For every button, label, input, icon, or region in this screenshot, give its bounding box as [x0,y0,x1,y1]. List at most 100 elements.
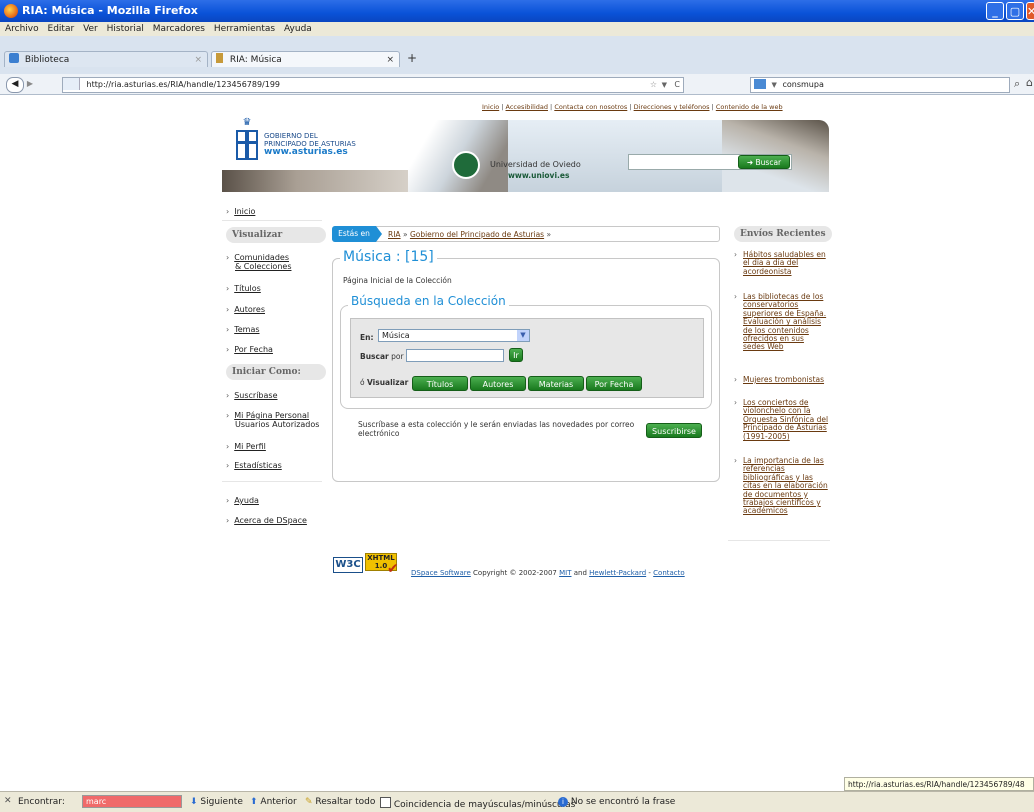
top-link-accesibilidad[interactable]: Accesibilidad [506,103,548,111]
recent-item[interactable]: › Mujeres trombonistas [734,375,834,384]
w3c-xhtml-badge[interactable]: W3C XHTML 1.0 ✔ [333,551,403,577]
subscribe-button[interactable]: Suscribirse [646,423,702,438]
window-titlebar: RIA: Música - Mozilla Firefox _ ▢ ✕ [0,0,1034,22]
sidebar-item-acerca[interactable]: › Acerca de DSpace [226,516,307,525]
chevron-right-icon: › [226,325,230,334]
dropdown-icon[interactable]: ▼ [662,78,667,92]
home-icon[interactable]: ⌂ [1026,76,1033,89]
checkbox-box [380,797,391,808]
search-engine-dropdown-icon[interactable]: ▼ [772,81,777,89]
browse-materias-button[interactable]: Materias [528,376,584,391]
recent-item[interactable]: › Los conciertos de violonchelo con la Orqu… [734,398,834,441]
find-label: Encontrar: [18,797,65,807]
banner-photo-left [222,170,408,192]
find-input[interactable]: marc [82,795,182,808]
menu-editar[interactable]: Editar [48,22,75,36]
footer-hp-link[interactable]: Hewlett-Packard [589,569,646,577]
sidebar-item-titulos[interactable]: › Títulos [226,284,261,293]
footer-copyright: Copyright © 2002-2007 [473,569,557,577]
maximize-button[interactable]: ▢ [1006,2,1024,20]
footer-contacto-link[interactable]: Contacto [653,569,685,577]
tab-ria-musica[interactable]: RIA: Música × [211,51,400,67]
reload-icon[interactable]: C [674,78,680,92]
tab-close-icon[interactable]: × [386,52,394,68]
uni-name: Universidad de Oviedo [490,160,581,169]
match-case-checkbox[interactable]: Coincidencia de mayúsculas/minúsculas [380,797,575,810]
recent-item[interactable]: › La importancia de las referencias bibliog… [734,456,834,516]
uni-url[interactable]: www.uniovi.es [508,171,569,180]
top-link-contacta[interactable]: Contacta con nosotros [554,103,627,111]
visualizar-prefix: ó [360,378,365,387]
footer-mit-link[interactable]: MIT [559,569,571,577]
tab-close-icon[interactable]: × [194,52,202,68]
forward-button[interactable]: ▶ [24,79,36,89]
sidebar-item-autores[interactable]: › Autores [226,305,265,314]
top-link-inicio[interactable]: Inicio [482,103,499,111]
gov-name: GOBIERNO DEL PRINCIPADO DE ASTURIAS [264,132,356,148]
menu-archivo[interactable]: Archivo [5,22,39,36]
back-button[interactable]: ◀ [6,77,24,93]
arrow-right-icon: ➜ [746,158,754,167]
top-link-contenido[interactable]: Contenido de la web [716,103,783,111]
magnifier-icon[interactable]: ⌕ [1014,77,1020,91]
top-link-direcciones[interactable]: Direcciones y teléfonos [634,103,710,111]
star-icon[interactable]: ☆ [650,78,657,92]
scope-select[interactable]: Música ▼ [378,329,530,342]
minimize-button[interactable]: _ [986,2,1004,20]
sidebar-item-comunidades[interactable]: › Comunidades & Colecciones [226,253,291,271]
sidebar-item-mi-pagina[interactable]: › Mi Página Personal Usuarios Autorizados [226,411,319,429]
chevron-down-icon[interactable]: ▼ [517,330,529,341]
sidebar-item-ayuda[interactable]: › Ayuda [226,496,259,505]
menu-marcadores[interactable]: Marcadores [153,22,205,36]
ir-button[interactable]: Ir [509,348,523,362]
menu-ayuda[interactable]: Ayuda [284,22,312,36]
menu-historial[interactable]: Historial [107,22,144,36]
site-search-button[interactable]: ➜ Buscar [738,155,790,169]
browser-search-box[interactable]: ▼ consmupa [750,77,1010,93]
divider [222,481,322,482]
breadcrumb-gobierno[interactable]: Gobierno del Principado de Asturias [410,230,544,239]
close-window-button[interactable]: ✕ [1026,2,1034,20]
sidebar-item-temas[interactable]: › Temas [226,325,260,334]
chevron-right-icon: › [734,375,737,384]
find-prev-button[interactable]: ⬆ Anterior [250,797,297,807]
gov-name-line1: GOBIERNO DEL [264,132,318,140]
chevron-right-icon: › [734,398,737,407]
breadcrumb-ria[interactable]: RIA [388,230,401,239]
query-input[interactable] [406,349,504,362]
highlight-all-button[interactable]: ✎ Resaltar todo [305,797,375,807]
sidebar-item-inicio[interactable]: › Inicio [226,207,255,216]
sidebar-item-estadisticas[interactable]: › Estadísticas [226,461,282,470]
gov-url[interactable]: www.asturias.es [264,147,348,157]
sidebar-item-mi-perfil[interactable]: › Mi Perfil [226,442,266,451]
browse-por-fecha-button[interactable]: Por Fecha [586,376,642,391]
browse-autores-button[interactable]: Autores [470,376,526,391]
sidebar-item-label: Suscríbase [234,391,278,400]
sidebar-item-por-fecha[interactable]: › Por Fecha [226,345,273,354]
arrow-down-icon: ⬇ [190,797,198,807]
recent-item[interactable]: › Las bibliotecas de los conservatorios sup… [734,292,834,352]
search-engine-icon[interactable] [754,79,766,89]
menu-ver[interactable]: Ver [83,22,98,36]
find-next-label: Siguiente [200,797,243,807]
sidebar-item-suscribase[interactable]: › Suscríbase [226,391,278,400]
find-next-button[interactable]: ⬇ Siguiente [190,797,243,807]
recent-item[interactable]: › Hábitos saludables en el día a día del ac… [734,250,834,276]
recent-item-line: acordeonista [743,266,792,276]
close-findbar-icon[interactable]: ✕ [4,796,12,806]
chevron-right-icon: › [226,284,230,293]
checkmark-icon: ✔ [387,561,399,577]
site-identity-icon[interactable] [63,78,80,90]
menu-herramientas[interactable]: Herramientas [214,22,275,36]
search-panel-title: Búsqueda en la Colección [348,294,509,308]
chevron-right-icon: › [226,207,230,216]
tab-biblioteca[interactable]: Biblioteca × [4,51,208,67]
sidebar-item-sublabel: Usuarios Autorizados [235,420,320,429]
address-bar[interactable]: http://ria.asturias.es/RIA/handle/123456… [62,77,684,93]
url-text: http://ria.asturias.es/RIA/handle/123456… [86,80,281,89]
browse-titulos-button[interactable]: Títulos [412,376,468,391]
new-tab-button[interactable]: + [405,51,419,65]
footer-dspace-link[interactable]: DSpace Software [411,569,471,577]
sidebar-heading-iniciar: Iniciar Como: [226,364,326,380]
status-url: http://ria.asturias.es/RIA/handle/123456… [844,777,1034,791]
